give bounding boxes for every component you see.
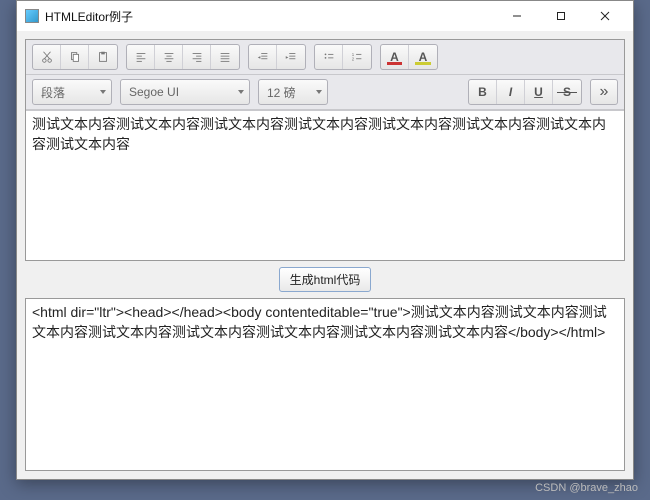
chevron-down-icon xyxy=(237,85,245,99)
output-textarea[interactable]: <html dir="ltr"><head></head><body conte… xyxy=(25,298,625,471)
paragraph-select[interactable]: 段落 xyxy=(32,79,112,105)
font-select-label: Segoe UI xyxy=(129,85,179,99)
size-select[interactable]: 12 磅 xyxy=(258,79,328,105)
content-area: 12 A A 段落 Segoe UI 12 磅 xyxy=(17,31,633,479)
indent-button[interactable] xyxy=(277,45,305,69)
app-window: HTMLEditor例子 xyxy=(16,0,634,480)
html-editor: 12 A A 段落 Segoe UI 12 磅 xyxy=(25,39,625,261)
highlight-color-button[interactable]: A xyxy=(409,45,437,69)
chevron-down-icon xyxy=(99,85,107,99)
outdent-button[interactable] xyxy=(249,45,277,69)
paste-button[interactable] xyxy=(89,45,117,69)
strikethrough-button[interactable]: S xyxy=(553,80,581,104)
size-select-label: 12 磅 xyxy=(267,84,296,101)
align-center-button[interactable] xyxy=(155,45,183,69)
italic-button[interactable]: I xyxy=(497,80,525,104)
paragraph-select-label: 段落 xyxy=(41,84,65,101)
underline-button[interactable]: U xyxy=(525,80,553,104)
align-right-button[interactable] xyxy=(183,45,211,69)
chevron-down-icon xyxy=(315,85,323,99)
copy-button[interactable] xyxy=(61,45,89,69)
svg-text:2: 2 xyxy=(352,57,355,62)
generate-row: 生成html代码 xyxy=(25,261,625,298)
bold-button[interactable]: B xyxy=(469,80,497,104)
app-icon xyxy=(25,9,39,23)
close-button[interactable] xyxy=(583,2,627,30)
cut-button[interactable] xyxy=(33,45,61,69)
align-left-button[interactable] xyxy=(127,45,155,69)
maximize-button[interactable] xyxy=(539,2,583,30)
toolbar-row-2: 段落 Segoe UI 12 磅 B I U S » xyxy=(26,75,624,110)
indent-group xyxy=(248,44,306,70)
clipboard-group xyxy=(32,44,118,70)
list-group: 12 xyxy=(314,44,372,70)
window-title: HTMLEditor例子 xyxy=(45,8,495,25)
font-select[interactable]: Segoe UI xyxy=(120,79,250,105)
text-color-button[interactable]: A xyxy=(381,45,409,69)
color-group: A A xyxy=(380,44,438,70)
editor-textarea[interactable]: 测试文本内容测试文本内容测试文本内容测试文本内容测试文本内容测试文本内容测试文本… xyxy=(26,110,624,260)
minimize-button[interactable] xyxy=(495,2,539,30)
number-list-button[interactable]: 12 xyxy=(343,45,371,69)
align-group xyxy=(126,44,240,70)
more-button[interactable]: » xyxy=(590,79,618,105)
watermark: CSDN @brave_zhao xyxy=(535,482,638,494)
align-justify-button[interactable] xyxy=(211,45,239,69)
window-controls xyxy=(495,2,627,30)
format-group: B I U S xyxy=(468,79,582,105)
generate-button[interactable]: 生成html代码 xyxy=(279,267,372,292)
titlebar: HTMLEditor例子 xyxy=(17,1,633,31)
toolbar-row-1: 12 A A xyxy=(26,40,624,75)
bullet-list-button[interactable] xyxy=(315,45,343,69)
